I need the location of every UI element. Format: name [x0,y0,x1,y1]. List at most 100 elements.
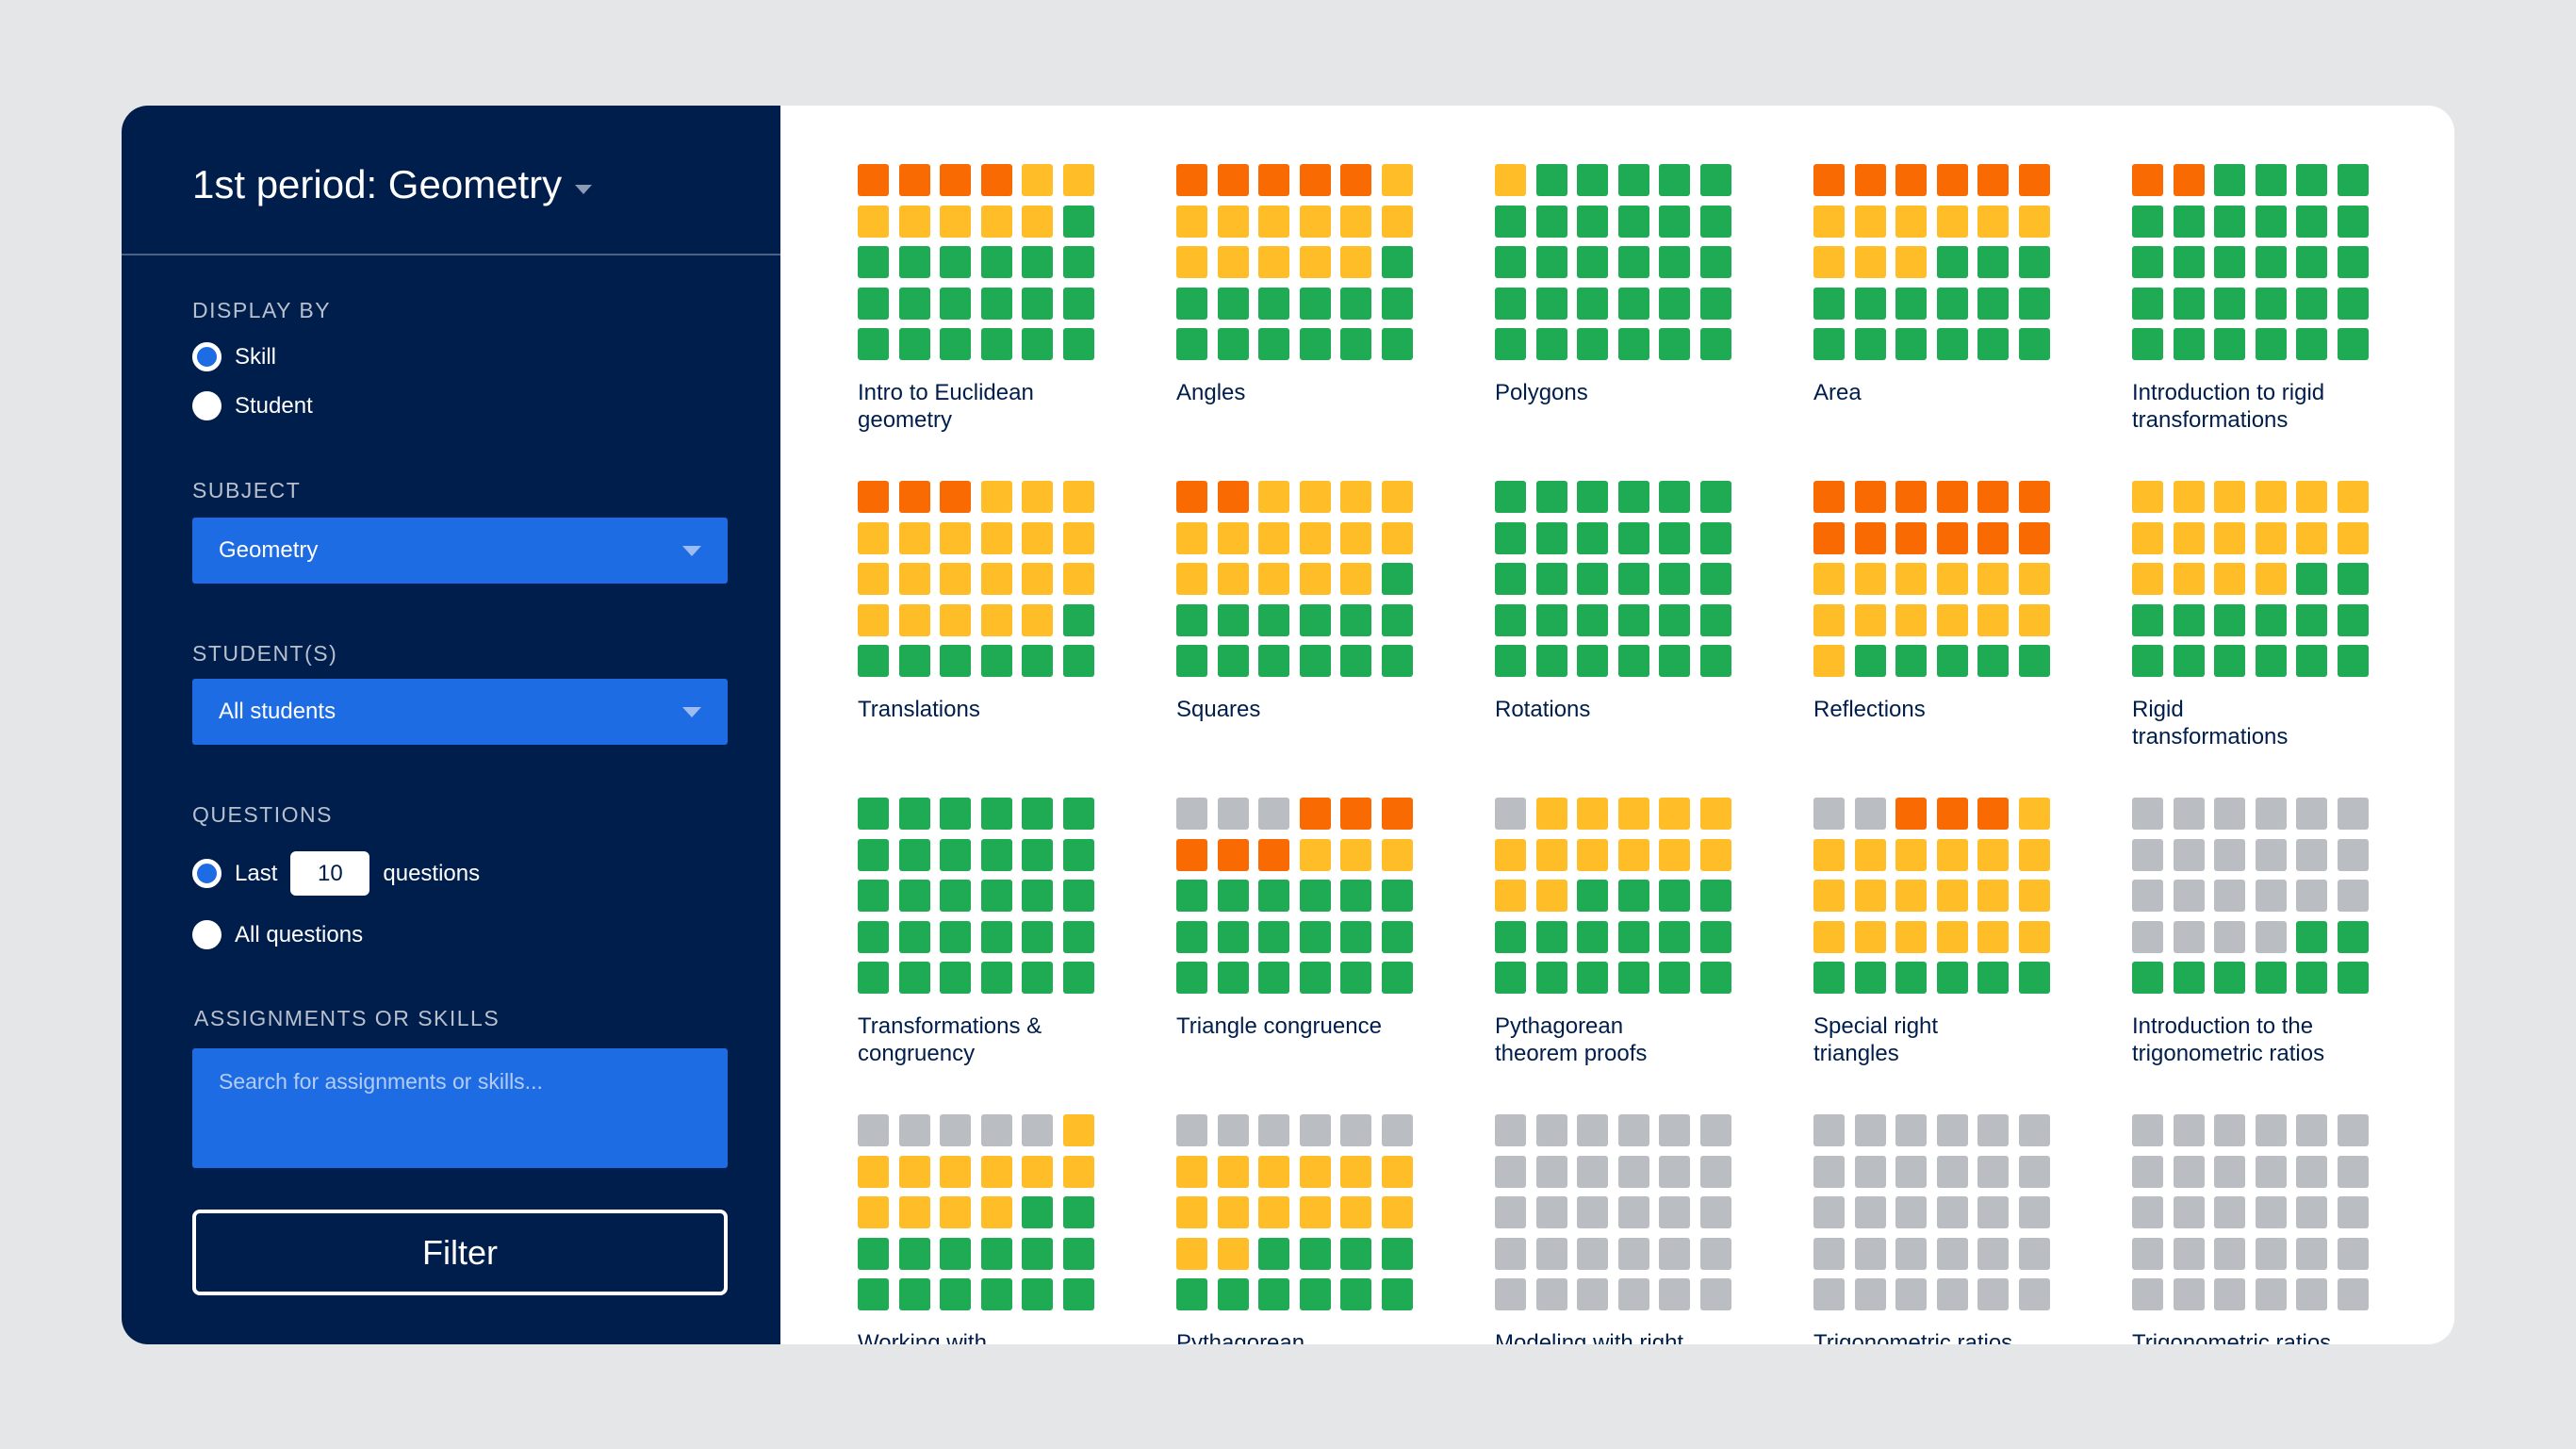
mastery-cell [2255,1155,2287,1188]
skill-tile[interactable]: Area [1813,164,2096,406]
mastery-grid [2132,164,2415,360]
mastery-cell [1535,1155,1567,1188]
skill-tile[interactable]: Intro to Euclidean geometry [858,164,1140,434]
mastery-cell [1022,328,1053,360]
subject-select[interactable]: Geometry [192,518,728,584]
mastery-cell [858,328,889,360]
skill-tile[interactable]: Modeling with right [1495,1114,1778,1344]
mastery-cell [1895,798,1927,830]
skill-tile[interactable]: Squares [1176,481,1459,723]
mastery-cell [1535,645,1567,677]
skill-tile[interactable]: Introduction to the trigonometric ratios [2132,798,2415,1067]
skill-tile[interactable]: Translations [858,481,1140,723]
mastery-cell [1022,1196,1053,1228]
mastery-cell [2018,287,2050,320]
skill-label: Trigonometric ratios [2132,1330,2332,1344]
skill-label: Squares [1176,697,1261,722]
skill-tile[interactable]: Trigonometric ratios [1813,1114,2096,1344]
mastery-cell [898,328,930,360]
question-count-input[interactable]: 10 [290,851,370,896]
mastery-cell [940,962,971,994]
skill-tile[interactable]: Angles [1176,164,1459,406]
mastery-cell [898,838,930,871]
mastery-cell [1577,205,1608,238]
radio-skill[interactable]: Skill [192,342,276,371]
mastery-cell [1699,287,1731,320]
mastery-cell [1176,798,1207,830]
mastery-cell [980,880,1012,912]
mastery-cell [898,962,930,994]
mastery-cell [1699,1196,1731,1228]
mastery-cell [2173,205,2205,238]
mastery-cell [1062,246,1094,278]
mastery-cell [1062,1278,1094,1310]
mastery-cell [2255,246,2287,278]
skill-tile[interactable]: Polygons [1495,164,1778,406]
mastery-cell [1217,328,1249,360]
mastery-cell [2018,205,2050,238]
mastery-cell [1217,521,1249,554]
mastery-cell [2296,328,2327,360]
mastery-cell [2018,645,2050,677]
mastery-cell [1495,920,1526,953]
mastery-cell [1895,1237,1927,1270]
mastery-cell [898,246,930,278]
mastery-cell [1258,880,1289,912]
mastery-cell [1176,1196,1207,1228]
mastery-cell [1217,1114,1249,1146]
mastery-cell [1895,880,1927,912]
radio-selected-icon [192,859,222,888]
mastery-cell [2214,1114,2245,1146]
skill-tile[interactable]: Transformations & congruency [858,798,1140,1067]
skill-tile[interactable]: Rigid transformations [2132,481,2415,750]
mastery-cell [1217,920,1249,953]
mastery-cell [1381,164,1413,196]
skill-tile[interactable]: Reflections [1813,481,2096,723]
mastery-cell [1176,246,1207,278]
mastery-cell [980,1196,1012,1228]
skill-tile[interactable]: Pythagorean theorem proofs [1495,798,1778,1067]
skill-tile[interactable]: Pythagorean [1176,1114,1459,1344]
mastery-cell [2214,838,2245,871]
skill-label: Modeling with right [1495,1330,1684,1344]
mastery-cell [2255,1114,2287,1146]
skill-tile[interactable]: Trigonometric ratios [2132,1114,2415,1344]
mastery-cell [1659,287,1690,320]
mastery-cell [2173,287,2205,320]
mastery-cell [1699,880,1731,912]
mastery-cell [1977,838,2009,871]
mastery-cell [2173,920,2205,953]
mastery-cell [1258,164,1289,196]
skill-tile[interactable]: Triangle congruence [1176,798,1459,1040]
mastery-cell [1258,962,1289,994]
mastery-cell [1381,328,1413,360]
radio-all-questions[interactable]: All questions [192,920,363,949]
skill-tile[interactable]: Special right triangles [1813,798,2096,1067]
mastery-cell [1176,1114,1207,1146]
filter-button[interactable]: Filter [192,1210,728,1295]
mastery-cell [1854,880,1886,912]
mastery-cell [1854,1196,1886,1228]
mastery-cell [1936,164,1968,196]
skill-tile[interactable]: Working with [858,1114,1140,1344]
mastery-cell [1659,521,1690,554]
radio-student[interactable]: Student [192,391,313,420]
mastery-cell [940,603,971,636]
mastery-cell [1299,563,1331,595]
mastery-cell [1577,328,1608,360]
mastery-cell [940,1278,971,1310]
mastery-cell [2132,645,2163,677]
students-select[interactable]: All students [192,679,728,745]
mastery-cell [2296,1278,2327,1310]
mastery-cell [1617,1196,1649,1228]
skill-tile[interactable]: Rotations [1495,481,1778,723]
radio-last-questions[interactable]: Last 10 questions [192,851,480,896]
mastery-cell [1699,645,1731,677]
mastery-cell [940,1114,971,1146]
mastery-cell [1258,1237,1289,1270]
assignments-search-input[interactable]: Search for assignments or skills... [192,1048,728,1168]
class-selector[interactable]: 1st period: Geometry [192,162,593,207]
skill-label: Working with [858,1330,987,1344]
skill-tile[interactable]: Introduction to rigid transformations [2132,164,2415,434]
mastery-cell [1381,1237,1413,1270]
